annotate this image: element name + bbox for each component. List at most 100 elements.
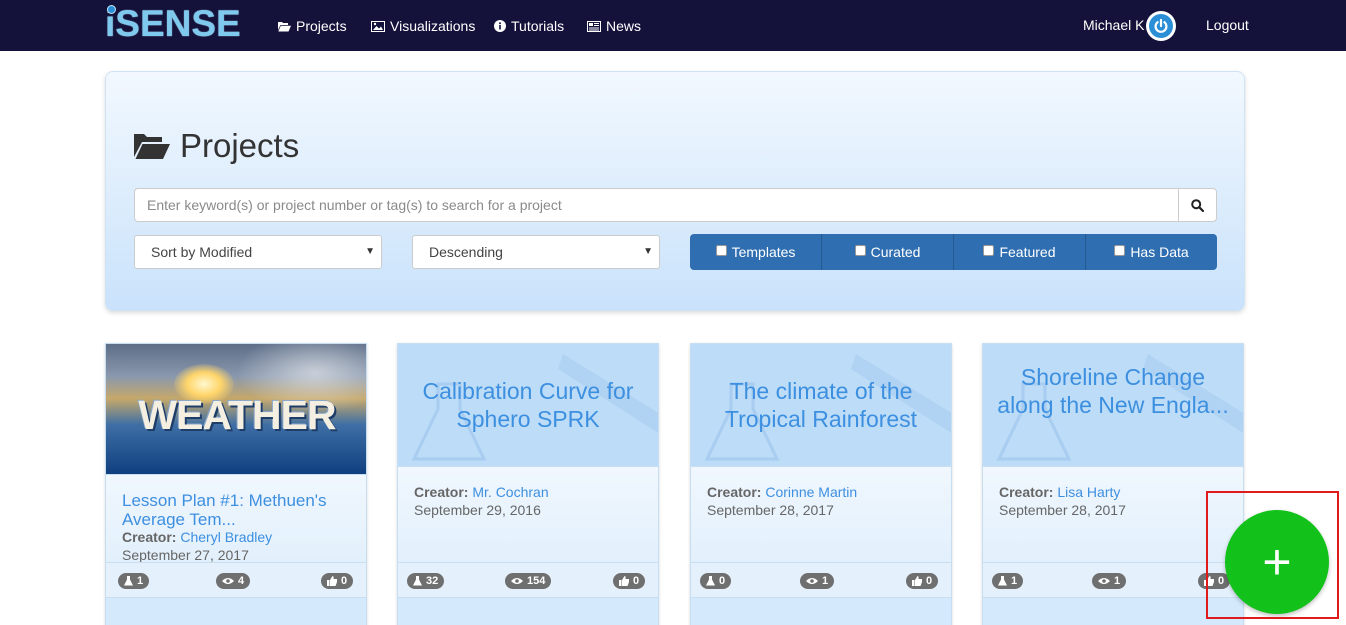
project-title-link[interactable]: Shoreline Change along the New Engla... [991,363,1235,419]
projects-search-panel: Projects Sort by Modified ▼ Descending ▼… [105,71,1245,311]
views-badge: 4 [216,573,251,589]
featured-checkbox[interactable] [983,244,995,256]
project-date: September 28, 2017 [999,502,1126,518]
creator-label: Creator: [414,484,469,500]
thumbs-up-icon [327,576,337,586]
views-badge: 1 [800,573,835,589]
caret-down-icon: ▼ [365,246,375,257]
project-card-stats: 32 154 0 [398,562,658,598]
page-title-text: Projects [180,127,300,164]
datasets-count: 1 [1011,575,1018,587]
creator-link[interactable]: Corinne Martin [765,484,857,500]
logo-text: iSENSE [105,3,241,44]
nav-tutorials[interactable]: Tutorials [494,17,564,35]
templates-checkbox[interactable] [715,244,727,256]
sort-select-value: Sort by Modified [151,244,253,260]
likes-count: 0 [926,575,933,587]
datasets-count: 0 [719,575,726,587]
project-card-stats: 1 4 0 [106,562,366,598]
creator-label: Creator: [999,484,1054,500]
page-title: Projects [134,127,299,165]
project-card-image[interactable]: WEATHER [106,344,366,474]
likes-badge[interactable]: 0 [906,573,939,589]
thumbs-up-icon [619,576,629,586]
plus-icon: + [1262,534,1292,590]
filter-featured-label: Featured [999,244,1056,260]
order-select[interactable]: Descending ▼ [412,235,660,269]
project-card[interactable]: Calibration Curve for Sphero SPRK Creato… [397,343,659,625]
weather-image-text: WEATHER [138,392,336,438]
likes-badge[interactable]: 0 [1198,573,1231,589]
user-avatar[interactable] [1146,11,1176,41]
project-creator: Creator: Lisa Harty [999,484,1120,500]
project-creator: Creator: Cheryl Bradley [122,529,272,545]
views-count: 1 [1114,575,1121,587]
search-bar [134,188,1217,222]
creator-link[interactable]: Cheryl Bradley [180,529,272,545]
info-circle-icon [494,20,506,32]
project-date: September 29, 2016 [414,502,541,518]
filter-featured[interactable]: Featured [954,234,1086,270]
filter-templates[interactable]: Templates [690,234,822,270]
project-date: September 28, 2017 [707,502,834,518]
folder-open-icon [134,134,170,159]
filter-templates-label: Templates [731,244,796,260]
project-card-header[interactable]: The climate of the Tropical Rainforest [691,344,951,466]
eye-icon [1098,578,1110,584]
project-card-body: Creator: Mr. Cochran September 29, 2016 [398,466,658,562]
has-data-checkbox[interactable] [1114,244,1126,256]
filter-curated-label: Curated [870,244,921,260]
nav-projects-label: Projects [296,18,347,34]
project-card-stats: 0 1 0 [691,562,951,598]
order-select-value: Descending [429,244,503,260]
project-card[interactable]: WEATHER Lesson Plan #1: Methuen's Averag… [105,343,367,625]
project-card[interactable]: Shoreline Change along the New Engla... … [982,343,1244,625]
nav-visualizations[interactable]: Visualizations [371,17,475,35]
nav-news[interactable]: News [587,17,641,35]
likes-badge[interactable]: 0 [321,573,354,589]
search-button[interactable] [1178,189,1216,221]
eye-icon [222,578,234,584]
eye-icon [806,578,818,584]
project-title-link[interactable]: The climate of the Tropical Rainforest [699,377,943,433]
creator-link[interactable]: Lisa Harty [1057,484,1120,500]
project-title-link[interactable]: Lesson Plan #1: Methuen's Average Tem... [122,491,356,529]
project-card-header[interactable]: Shoreline Change along the New Engla... [983,344,1243,466]
project-card[interactable]: The climate of the Tropical Rainforest C… [690,343,952,625]
isense-logo[interactable]: iSENSE [105,4,241,44]
creator-link[interactable]: Mr. Cochran [472,484,548,500]
thumbs-up-icon [912,576,922,586]
datasets-count: 1 [137,575,144,587]
nav-tutorials-label: Tutorials [511,18,565,34]
sort-select[interactable]: Sort by Modified ▼ [134,235,382,269]
filter-curated[interactable]: Curated [822,234,954,270]
filter-has-data[interactable]: Has Data [1086,234,1217,270]
views-badge: 154 [505,573,552,589]
add-project-button[interactable]: + [1225,510,1329,614]
likes-count: 0 [1218,575,1225,587]
project-card-header[interactable]: Calibration Curve for Sphero SPRK [398,344,658,466]
nav-projects[interactable]: Projects [278,17,347,35]
datasets-badge: 32 [407,573,445,589]
weather-image: WEATHER [106,344,366,474]
thumbs-up-icon [1204,576,1214,586]
datasets-badge: 1 [118,573,150,589]
datasets-count: 32 [426,575,439,587]
logout-link[interactable]: Logout [1206,17,1249,33]
nav-news-label: News [606,18,642,34]
project-title-link[interactable]: Calibration Curve for Sphero SPRK [406,377,650,433]
search-input[interactable] [135,189,1178,221]
caret-down-icon: ▼ [643,246,653,257]
likes-count: 0 [633,575,640,587]
user-name[interactable]: Michael K [1083,17,1144,33]
views-count: 1 [822,575,829,587]
project-card-stats: 1 1 0 [983,562,1243,598]
project-creator: Creator: Mr. Cochran [414,484,549,500]
curated-checkbox[interactable] [854,244,866,256]
eye-icon [511,578,523,584]
likes-badge[interactable]: 0 [613,573,646,589]
project-creator: Creator: Corinne Martin [707,484,857,500]
views-badge: 1 [1092,573,1127,589]
newspaper-icon [587,20,601,32]
folder-open-icon [278,21,291,31]
